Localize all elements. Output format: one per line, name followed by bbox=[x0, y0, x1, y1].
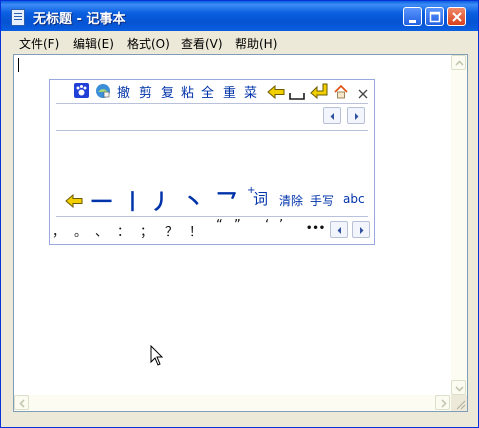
stroke-back-arrow-icon[interactable] bbox=[65, 193, 83, 209]
skin-icon[interactable] bbox=[95, 83, 111, 99]
punct-question[interactable]: ？ bbox=[165, 221, 178, 240]
stroke-shu-button[interactable]: 丨 bbox=[122, 186, 143, 216]
handwriting-ime-panel: 撤 剪 复 粘 全 重 菜 一 丨 丿 丶 乛 + 词 清除 手写 abc ， … bbox=[49, 79, 375, 245]
select-all-button[interactable]: 全 bbox=[201, 82, 214, 101]
menu-file[interactable]: 文件(F) bbox=[19, 35, 59, 52]
ime-toolbar: 撤 剪 复 粘 全 重 菜 bbox=[50, 80, 374, 102]
enter-icon[interactable] bbox=[310, 83, 328, 100]
ime-divider bbox=[56, 130, 368, 131]
close-icon[interactable] bbox=[357, 85, 369, 99]
punct-period[interactable]: 。 bbox=[74, 221, 87, 240]
punct-semicolon[interactable]: ； bbox=[140, 221, 153, 240]
menu-format[interactable]: 格式(O) bbox=[127, 35, 170, 52]
ime-divider bbox=[56, 216, 368, 217]
window-title: 无标题 - 记事本 bbox=[33, 12, 126, 27]
scroll-down-button[interactable] bbox=[451, 380, 466, 395]
back-arrow-icon[interactable] bbox=[267, 84, 285, 100]
minimize-button[interactable] bbox=[403, 7, 422, 26]
punct-dunhao[interactable]: 、 bbox=[95, 221, 108, 240]
menu-button[interactable]: 菜 bbox=[244, 82, 257, 101]
punct-exclaim[interactable]: ！ bbox=[189, 221, 202, 240]
notepad-icon[interactable] bbox=[11, 9, 25, 26]
candidate-next-button[interactable] bbox=[347, 107, 365, 124]
ime-divider bbox=[56, 103, 368, 104]
scroll-right-button[interactable] bbox=[435, 395, 450, 410]
punct-ellipsis[interactable]: ••• bbox=[306, 223, 325, 234]
text-caret bbox=[18, 58, 19, 72]
menu-bar: 文件(F) 编辑(E) 格式(O) 查看(V) 帮助(H) bbox=[5, 32, 475, 52]
size-grip[interactable] bbox=[451, 395, 467, 411]
paste-button[interactable]: 粘 bbox=[181, 82, 194, 101]
cut-button[interactable]: 剪 bbox=[139, 82, 152, 101]
undo-button[interactable]: 撤 bbox=[117, 82, 130, 101]
redo-button[interactable]: 重 bbox=[223, 82, 236, 101]
scroll-left-button[interactable] bbox=[14, 395, 29, 410]
punct-right-dquote[interactable]: ” bbox=[234, 218, 241, 233]
scroll-up-button[interactable] bbox=[451, 55, 466, 70]
punct-prev-button[interactable] bbox=[330, 221, 348, 238]
stroke-dian-button[interactable]: 丶 bbox=[183, 186, 204, 216]
clear-button[interactable]: 清除 bbox=[279, 192, 303, 209]
copy-button[interactable]: 复 bbox=[161, 82, 174, 101]
menu-edit[interactable]: 编辑(E) bbox=[73, 35, 114, 52]
menu-view[interactable]: 查看(V) bbox=[181, 35, 223, 52]
paw-icon[interactable] bbox=[74, 83, 89, 98]
mouse-pointer-icon bbox=[150, 344, 164, 371]
space-icon[interactable] bbox=[289, 86, 305, 100]
vertical-scrollbar[interactable] bbox=[451, 55, 467, 395]
punct-colon[interactable]: ： bbox=[117, 221, 130, 240]
abc-button[interactable]: abc bbox=[343, 192, 365, 206]
horizontal-scrollbar[interactable] bbox=[14, 395, 451, 411]
handwrite-button[interactable]: 手写 bbox=[310, 192, 334, 209]
punct-next-button[interactable] bbox=[352, 221, 370, 238]
punct-left-dquote[interactable]: “ bbox=[216, 218, 223, 233]
punct-comma[interactable]: ， bbox=[52, 221, 65, 240]
stroke-pie-button[interactable]: 丿 bbox=[150, 186, 171, 216]
title-bar[interactable]: 无标题 - 记事本 bbox=[1, 1, 478, 31]
stroke-zhe-button[interactable]: 乛 bbox=[216, 186, 237, 216]
close-button[interactable] bbox=[447, 7, 466, 26]
punct-right-squote[interactable]: ’ bbox=[279, 218, 283, 233]
word-button[interactable]: 词 bbox=[253, 188, 268, 209]
home-icon[interactable] bbox=[334, 84, 348, 99]
candidate-prev-button[interactable] bbox=[323, 107, 341, 124]
handwriting-area[interactable] bbox=[56, 132, 368, 184]
menu-help[interactable]: 帮助(H) bbox=[235, 35, 277, 52]
maximize-button[interactable] bbox=[425, 7, 444, 26]
stroke-heng-button[interactable]: 一 bbox=[91, 186, 112, 216]
punct-left-squote[interactable]: ‘ bbox=[265, 218, 269, 233]
